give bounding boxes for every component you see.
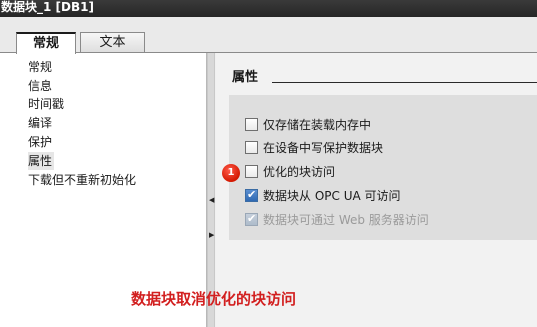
tab-general[interactable]: 常规: [16, 32, 76, 54]
checkbox-optimized-access[interactable]: [245, 165, 258, 178]
nav-item-information[interactable]: 信息: [28, 77, 198, 95]
nav-item-timestamps[interactable]: 时间戳: [28, 95, 198, 113]
checkbox-web-server-accessible: [245, 212, 258, 226]
annotation-caption: 数据块取消优化的块访问: [131, 290, 297, 308]
nav-item-protection[interactable]: 保护: [28, 133, 198, 151]
step-badge: 1: [222, 164, 240, 182]
expand-right-icon[interactable]: ▶: [209, 232, 214, 239]
window-title: 数据块_1 [DB1]: [0, 0, 537, 17]
section-title: 属性: [232, 70, 259, 85]
checkbox-load-memory-only[interactable]: [245, 118, 258, 131]
nav-item-general[interactable]: 常规: [28, 58, 198, 76]
nav-item-compile[interactable]: 编译: [28, 114, 198, 132]
option-opc-ua-accessible[interactable]: 数据块从 OPC UA 可访问: [245, 188, 401, 204]
checkbox-write-protect[interactable]: [245, 141, 258, 154]
tab-strip: 常规 文本: [0, 17, 537, 54]
option-optimized-access[interactable]: 优化的块访问: [245, 164, 335, 180]
section-divider: [272, 82, 537, 83]
option-write-protect[interactable]: 在设备中写保护数据块: [245, 140, 383, 156]
option-web-server-accessible: 数据块可通过 Web 服务器访问: [245, 212, 429, 228]
checkbox-opc-ua-accessible[interactable]: [245, 188, 258, 202]
nav-item-download-without-reinit[interactable]: 下载但不重新初始化: [28, 171, 198, 189]
collapse-left-icon[interactable]: ◀: [209, 197, 214, 204]
tab-text[interactable]: 文本: [80, 32, 145, 54]
panel-splitter[interactable]: ◀ ▶: [207, 53, 215, 327]
nav-item-attributes[interactable]: 属性: [28, 152, 54, 170]
property-nav: 常规 信息 时间戳 编译 保护 属性 下载但不重新初始化: [0, 53, 207, 327]
option-load-memory-only[interactable]: 仅存储在装载内存中: [245, 117, 371, 133]
